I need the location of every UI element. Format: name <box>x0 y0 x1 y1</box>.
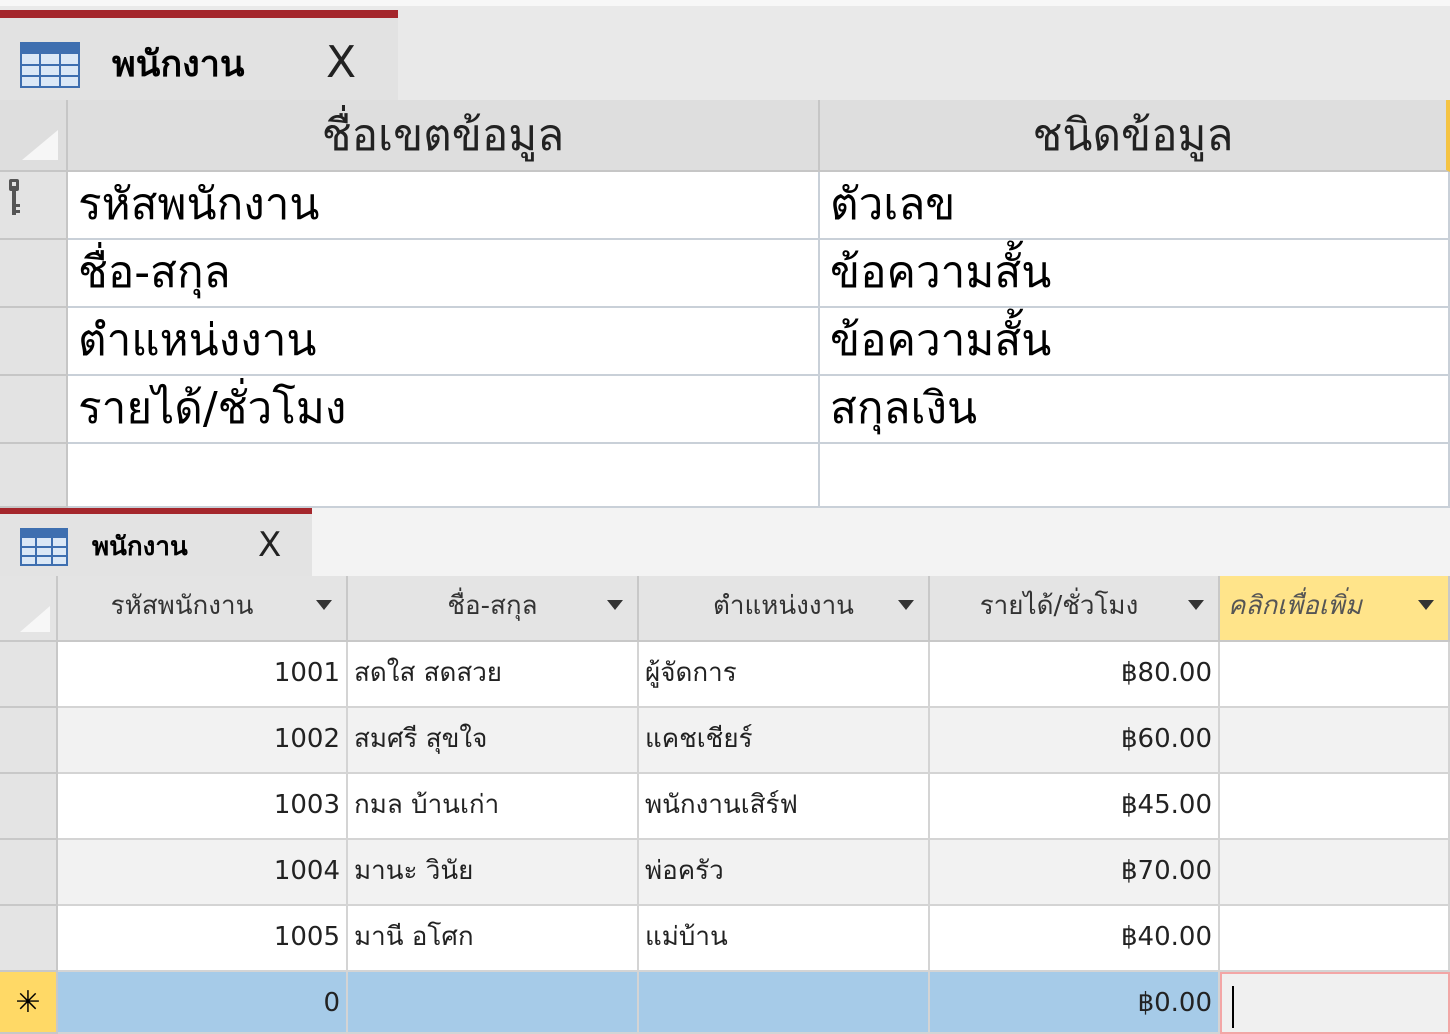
data-type-cell[interactable]: ข้อความสั้น <box>820 240 1450 308</box>
design-row-selector[interactable] <box>0 240 68 308</box>
employee-id-cell[interactable]: 1002 <box>58 708 348 774</box>
employee-id-cell[interactable]: 1003 <box>58 774 348 840</box>
name-cell[interactable]: มานะ วินัย <box>348 840 639 906</box>
record-selector[interactable] <box>0 906 58 972</box>
datasheet-tab[interactable]: พนักงาน X <box>0 508 312 576</box>
data-type-cell[interactable]: ข้อความสั้น <box>820 308 1450 376</box>
name-cell[interactable]: กมล บ้านเก่า <box>348 774 639 840</box>
field-name-cell[interactable]: รหัสพนักงาน <box>68 172 820 240</box>
design-row-selector[interactable] <box>0 444 68 508</box>
primary-key-icon <box>9 179 20 215</box>
hourly-rate-cell[interactable]: ฿70.00 <box>930 840 1220 906</box>
data-type-cell[interactable]: สกุลเงิน <box>820 376 1450 444</box>
add-column-cell[interactable] <box>1220 708 1450 774</box>
design-grid: ชื่อเขตข้อมูล ชนิดข้อมูล รหัสพนักงาน ตัว… <box>0 100 1450 508</box>
hourly-rate-cell[interactable]: ฿40.00 <box>930 906 1220 972</box>
dropdown-arrow-icon[interactable] <box>1188 600 1204 610</box>
position-cell[interactable]: แคชเชียร์ <box>639 708 930 774</box>
new-employee-id-cell[interactable]: 0 <box>58 972 348 1034</box>
field-name-cell[interactable]: ชื่อ-สกุล <box>68 240 820 308</box>
hourly-rate-cell[interactable]: ฿45.00 <box>930 774 1220 840</box>
record-selector[interactable] <box>0 774 58 840</box>
field-name-header: ชื่อเขตข้อมูล <box>68 100 820 172</box>
position-cell[interactable]: พ่อครัว <box>639 840 930 906</box>
design-row-selector[interactable] <box>0 376 68 444</box>
table-icon <box>20 528 68 566</box>
design-row-selector[interactable] <box>0 308 68 376</box>
field-name-cell[interactable]: รายได้/ชั่วโมง <box>68 376 820 444</box>
dropdown-arrow-icon[interactable] <box>316 600 332 610</box>
record-selector[interactable] <box>0 708 58 774</box>
text-caret <box>1232 986 1234 1028</box>
name-cell[interactable]: มานี อโศก <box>348 906 639 972</box>
new-name-cell[interactable] <box>348 972 639 1034</box>
employee-id-cell[interactable]: 1005 <box>58 906 348 972</box>
name-cell[interactable]: สดใส สดสวย <box>348 642 639 708</box>
field-name-cell[interactable] <box>68 444 820 508</box>
new-record-marker[interactable]: ✳ <box>0 972 58 1034</box>
design-tab-label: พนักงาน <box>112 44 245 85</box>
add-column-cell[interactable] <box>1220 840 1450 906</box>
add-column-cell[interactable] <box>1220 906 1450 972</box>
column-header-name[interactable]: ชื่อ-สกุล <box>348 576 639 642</box>
close-icon[interactable]: X <box>326 38 356 88</box>
design-view-pane: พนักงาน X ชื่อเขตข้อมูล ชนิดข้อมูล รหัสพ… <box>0 0 1450 508</box>
column-header-employee-id[interactable]: รหัสพนักงาน <box>58 576 348 642</box>
hourly-rate-cell[interactable]: ฿80.00 <box>930 642 1220 708</box>
add-column-cell[interactable] <box>1220 642 1450 708</box>
column-header-hourly-rate[interactable]: รายได้/ชั่วโมง <box>930 576 1220 642</box>
design-grid-corner[interactable] <box>0 100 68 172</box>
dropdown-arrow-icon[interactable] <box>898 600 914 610</box>
position-cell[interactable]: แม่บ้าน <box>639 906 930 972</box>
new-hourly-rate-cell[interactable]: ฿0.00 <box>930 972 1220 1034</box>
new-position-cell[interactable] <box>639 972 930 1034</box>
record-selector[interactable] <box>0 840 58 906</box>
datasheet-grid: รหัสพนักงาน ชื่อ-สกุล ตำแหน่งงาน รายได้/… <box>0 576 1450 1034</box>
employee-id-cell[interactable]: 1001 <box>58 642 348 708</box>
add-column-cell[interactable] <box>1220 774 1450 840</box>
close-icon[interactable]: X <box>258 524 281 566</box>
datasheet-tab-label: พนักงาน <box>92 532 188 562</box>
data-type-cell[interactable] <box>820 444 1450 508</box>
employee-id-cell[interactable]: 1004 <box>58 840 348 906</box>
dropdown-arrow-icon[interactable] <box>1418 600 1434 610</box>
column-header-click-to-add[interactable]: คลิกเพื่อเพิ่ม <box>1220 576 1450 642</box>
data-type-cell[interactable]: ตัวเลข <box>820 172 1450 240</box>
record-selector[interactable] <box>0 642 58 708</box>
column-header-position[interactable]: ตำแหน่งงาน <box>639 576 930 642</box>
data-type-header: ชนิดข้อมูล <box>820 100 1450 172</box>
field-name-cell[interactable]: ตำแหน่งงาน <box>68 308 820 376</box>
datasheet-view-pane: พนักงาน X รหัสพนักงาน ชื่อ-สกุล ตำแหน่งง… <box>0 508 1450 1034</box>
design-row-selector[interactable] <box>0 172 68 240</box>
select-all-corner[interactable] <box>0 576 58 642</box>
dropdown-arrow-icon[interactable] <box>607 600 623 610</box>
design-tab[interactable]: พนักงาน X <box>0 10 398 100</box>
active-input-cell[interactable] <box>1220 972 1450 1034</box>
table-icon <box>20 42 80 88</box>
position-cell[interactable]: ผู้จัดการ <box>639 642 930 708</box>
name-cell[interactable]: สมศรี สุขใจ <box>348 708 639 774</box>
hourly-rate-cell[interactable]: ฿60.00 <box>930 708 1220 774</box>
position-cell[interactable]: พนักงานเสิร์ฟ <box>639 774 930 840</box>
